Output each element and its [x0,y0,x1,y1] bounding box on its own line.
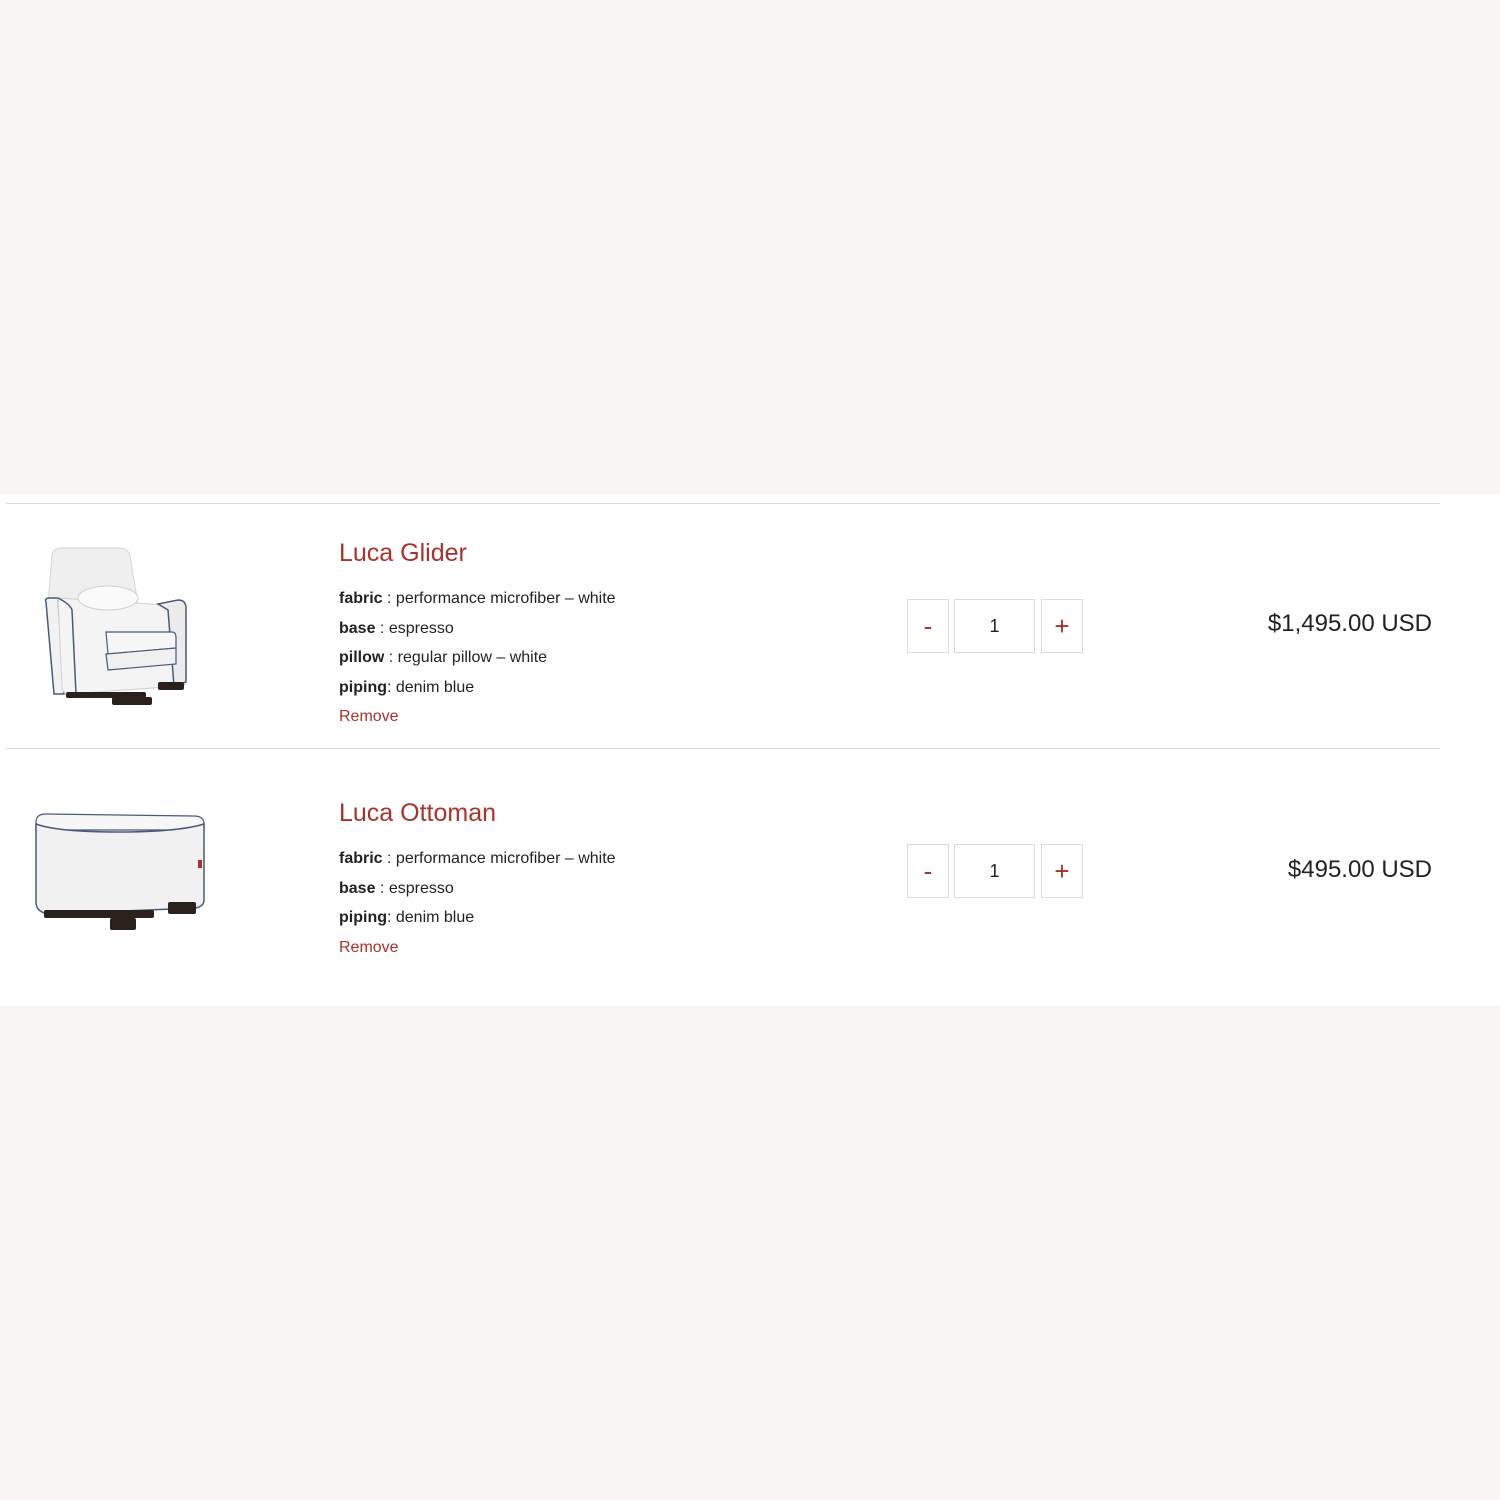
option-base: base : espresso [339,614,616,644]
ottoman-image[interactable] [28,810,210,940]
decrease-quantity-button[interactable]: - [907,844,949,898]
option-pillow: pillow : regular pillow – white [339,643,616,673]
increase-quantity-button[interactable]: + [1041,599,1083,653]
option-value: denim blue [395,909,475,926]
option-sep: : [375,619,389,637]
glider-chair-image[interactable] [40,544,200,709]
row-divider [6,748,1440,749]
option-key: fabric [339,590,383,607]
product-title[interactable]: Luca Ottoman [339,798,616,828]
option-piping: piping: denim blue [339,903,616,933]
item-price: $495.00 USD [1287,856,1432,883]
option-sep: : [375,879,389,897]
cart-panel: Luca Glider fabric : performance microfi… [0,494,1500,1006]
option-key: pillow [339,649,385,666]
quantity-stepper: - + [907,599,1083,653]
option-fabric: fabric : performance microfiber – white [339,584,616,614]
quantity-input[interactable] [954,844,1035,898]
quantity-stepper: - + [907,844,1083,898]
option-sep: : [386,678,396,696]
option-base: base : espresso [339,874,616,904]
remove-link[interactable]: Remove [339,933,399,963]
option-key: base [339,619,376,637]
increase-quantity-button[interactable]: + [1041,844,1083,898]
item-info: Luca Ottoman fabric : performance microf… [339,798,616,962]
option-key: piping [339,909,387,926]
row-divider [6,503,1440,504]
quantity-input[interactable] [954,599,1035,653]
option-key: base [339,879,376,897]
option-value: regular pillow – white [397,649,548,666]
item-price: $1,495.00 USD [1267,610,1432,637]
option-piping: piping: denim blue [339,673,616,703]
option-value: espresso [388,879,454,897]
item-info: Luca Glider fabric : performance microfi… [339,538,616,732]
option-sep: : [386,909,396,926]
option-value: performance microfiber – white [395,850,616,867]
product-title[interactable]: Luca Glider [339,538,616,568]
option-sep: : [382,850,396,867]
option-value: denim blue [395,678,475,696]
option-key: fabric [339,850,383,867]
option-key: piping [339,678,387,696]
decrease-quantity-button[interactable]: - [907,599,949,653]
option-value: performance microfiber – white [395,590,616,607]
option-sep: : [384,649,398,666]
option-fabric: fabric : performance microfiber – white [339,844,616,874]
remove-link[interactable]: Remove [339,702,399,732]
option-sep: : [382,590,396,607]
option-value: espresso [388,619,454,637]
